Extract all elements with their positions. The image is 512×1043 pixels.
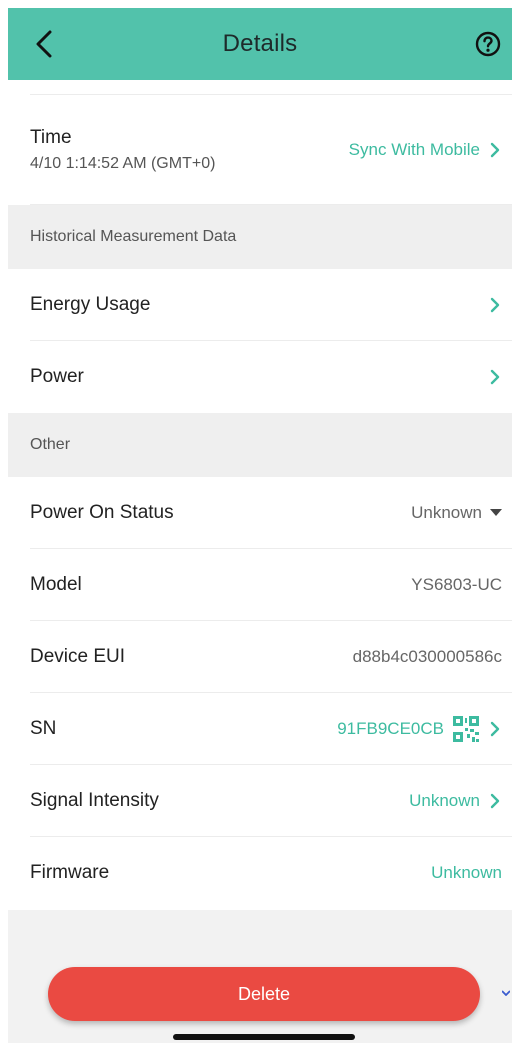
- firmware-label: Firmware: [30, 862, 110, 883]
- model-value: YS6803-UC: [411, 574, 502, 594]
- page-title: Details: [222, 30, 298, 57]
- energy-usage-row[interactable]: Energy Usage: [30, 269, 512, 341]
- signal-intensity-row[interactable]: Signal Intensity Unknown: [30, 765, 512, 837]
- status-bar: [0, 0, 512, 8]
- signal-intensity-label: Signal Intensity: [30, 789, 159, 811]
- firmware-value: Unknown: [431, 863, 502, 882]
- model-label: Model: [30, 573, 82, 595]
- list-item-partial: [30, 80, 512, 95]
- time-row[interactable]: Time 4/10 1:14:52 AM (GMT+0) Sync With M…: [30, 95, 512, 205]
- home-indicator: [173, 1034, 355, 1040]
- device-eui-row: Device EUI d88b4c030000586c: [30, 621, 512, 693]
- chevron-right-icon: [490, 721, 500, 736]
- power-on-status-value: Unknown: [411, 502, 482, 522]
- power-on-status-row[interactable]: Power On Status Unknown: [30, 477, 512, 549]
- signal-intensity-value: Unknown: [409, 790, 480, 810]
- time-value: 4/10 1:14:52 AM (GMT+0): [30, 154, 216, 172]
- sn-row[interactable]: SN 91FB9CE0CB: [30, 693, 512, 765]
- app-header: Details: [8, 8, 512, 80]
- sn-label: SN: [30, 717, 57, 739]
- device-eui-label: Device EUI: [30, 645, 126, 667]
- chevron-right-icon: [490, 297, 500, 312]
- dropdown-caret-icon: [490, 508, 502, 516]
- power-label: Power: [30, 366, 84, 387]
- footer-area: Delete: [8, 910, 512, 1043]
- qr-code-icon[interactable]: [452, 715, 480, 743]
- chevron-right-icon: [490, 142, 500, 157]
- energy-usage-label: Energy Usage: [30, 293, 151, 315]
- help-button[interactable]: [472, 28, 504, 60]
- section-header-other: Other: [8, 413, 512, 477]
- model-row: Model YS6803-UC: [30, 549, 512, 621]
- time-label: Time: [30, 126, 72, 148]
- power-on-status-label: Power On Status: [30, 501, 174, 523]
- help-circle-icon: [475, 31, 501, 57]
- edge-marker-icon: [502, 990, 510, 996]
- sn-value: 91FB9CE0CB: [337, 718, 444, 738]
- details-list: Time 4/10 1:14:52 AM (GMT+0) Sync With M…: [8, 80, 512, 909]
- chevron-right-icon: [490, 369, 500, 385]
- device-eui-value: d88b4c030000586c: [352, 646, 502, 666]
- power-row[interactable]: Power: [30, 341, 512, 413]
- section-header-historical: Historical Measurement Data: [8, 205, 512, 269]
- back-arrow-icon: [36, 30, 52, 58]
- delete-button[interactable]: Delete: [48, 967, 480, 1021]
- firmware-row[interactable]: Firmware Unknown: [30, 837, 512, 909]
- back-button[interactable]: [26, 26, 62, 62]
- chevron-right-icon: [490, 793, 500, 808]
- sync-with-mobile-link[interactable]: Sync With Mobile: [349, 140, 480, 160]
